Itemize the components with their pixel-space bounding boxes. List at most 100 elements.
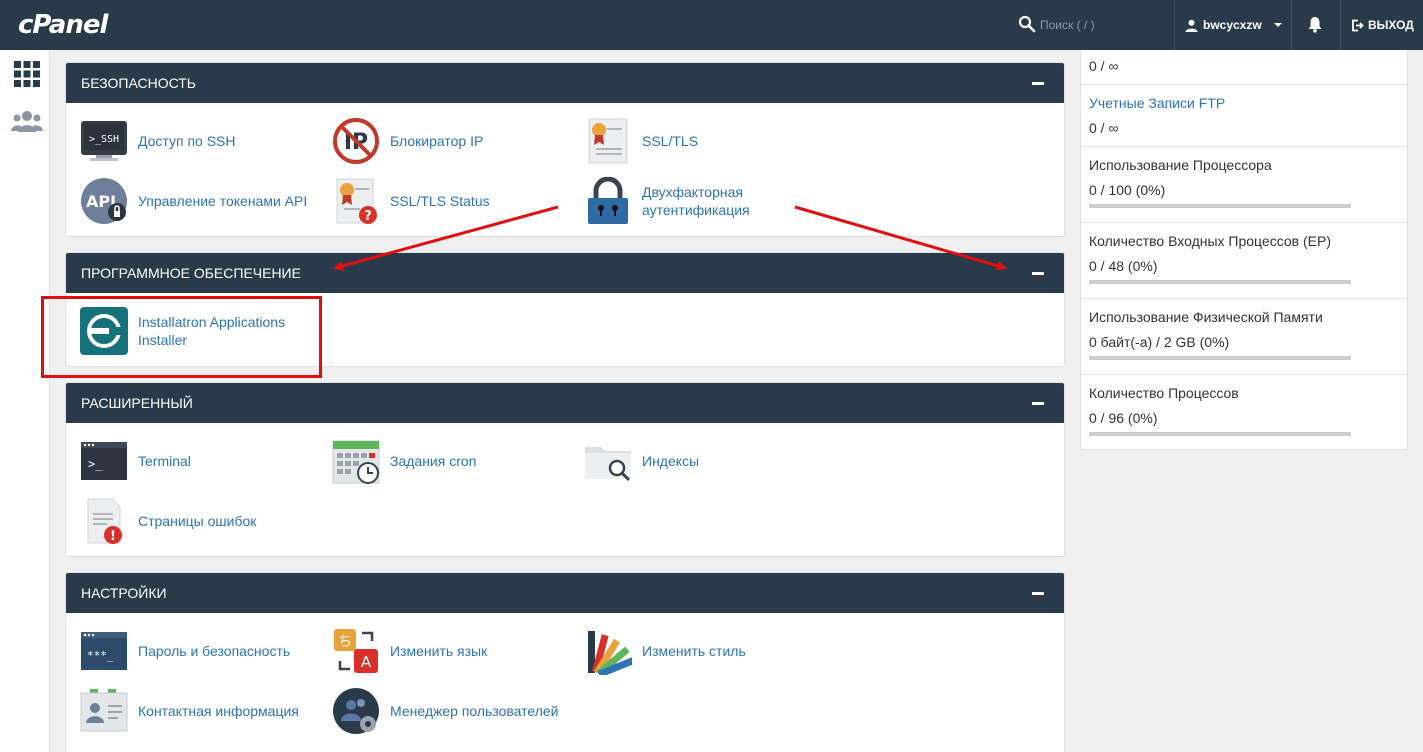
search-icon[interactable] [1018,15,1036,33]
left-rail [0,50,50,752]
security-panel: БЕЗОПАСНОСТЬ >_SSH Доступ по SSH IP Блок… [65,62,1065,237]
certificate-icon [588,118,628,164]
notifications-bell-icon[interactable] [1306,15,1324,33]
logout-button[interactable]: ВЫХОД [1351,0,1414,50]
item-label: Страницы ошибок [138,513,257,529]
change-language-link[interactable]: ち A Изменить язык [332,627,487,675]
ssl-status-link[interactable]: ? SSL/TLS Status [332,177,490,225]
terminal-icon: >_ [81,442,127,480]
certificate-status-icon: ? [336,178,377,224]
change-style-link[interactable]: Изменить стиль [584,627,746,675]
logout-label: ВЫХОД [1368,18,1414,32]
two-factor-auth-link[interactable]: Двухфакторная аутентификация [584,177,772,225]
divider [1291,0,1292,50]
ip-blocker-link[interactable]: IP Блокиратор IP [332,117,483,165]
stat-item: 0 / ∞ [1081,50,1407,85]
collapse-icon[interactable] [1032,592,1044,595]
user-menu[interactable]: bwcycxzw [1185,0,1283,50]
username: bwcycxzw [1203,18,1262,32]
color-palette-icon [588,631,632,675]
users-group-icon[interactable] [11,108,43,136]
panel-header[interactable]: НАСТРОЙКИ [66,573,1064,613]
usage-bar [1089,432,1351,436]
stat-value: 0 / 48 (0%) [1089,258,1158,274]
stat-title: Количество Процессов [1089,385,1239,401]
svg-text:?: ? [364,209,372,224]
panel-header[interactable]: РАСШИРЕННЫЙ [66,383,1064,423]
password-security-link[interactable]: ***_ Пароль и безопасность [80,627,290,675]
user-manager-icon [333,688,379,734]
contact-card-icon [80,689,128,732]
stat-item: Учетные Записи FTP 0 / ∞ [1081,85,1407,147]
terminal-link[interactable]: >_ Terminal [80,437,191,485]
stat-value: 0 / 100 (0%) [1089,182,1166,198]
stat-item: Использование Физической Памяти 0 байт(-… [1081,299,1407,375]
logout-icon [1352,19,1364,31]
item-label: Доступ по SSH [138,133,236,149]
stat-item: Использование Процессора 0 / 100 (0%) [1081,147,1407,223]
collapse-icon[interactable] [1032,402,1044,405]
user-manager-link[interactable]: Менеджер пользователей [332,687,559,735]
ssh-access-link[interactable]: >_SSH Доступ по SSH [80,117,236,165]
panel-header[interactable]: ПРОГРАММНОЕ ОБЕСПЕЧЕНИЕ [66,253,1064,293]
stat-title: Использование Физической Памяти [1089,309,1323,325]
item-label: Terminal [138,453,191,469]
usage-bar [1089,280,1351,284]
cron-jobs-link[interactable]: Задания cron [332,437,476,485]
collapse-icon[interactable] [1032,82,1044,85]
stat-value: 0 / 96 (0%) [1089,410,1158,426]
ssl-tls-link[interactable]: SSL/TLS [584,117,698,165]
stat-item: Количество Процессов 0 / 96 (0%) [1081,375,1407,450]
item-label: SSL/TLS Status [390,193,490,209]
ssh-terminal-icon: >_SSH [81,121,127,161]
stat-value: 0 / ∞ [1089,58,1119,74]
item-label: Изменить язык [390,643,488,659]
ip-blocker-icon: IP [333,118,379,164]
panel-title: РАСШИРЕННЫЙ [81,395,193,411]
panel-header[interactable]: БЕЗОПАСНОСТЬ [66,63,1064,103]
item-label: Задания cron [390,453,477,469]
item-label: Контактная информация [138,703,299,719]
stat-title: Использование Процессора [1089,157,1272,173]
panel-title: БЕЗОПАСНОСТЬ [81,75,196,91]
item-label: Управление токенами API [138,193,308,209]
usage-bar [1089,356,1351,360]
svg-text:>_: >_ [88,457,103,471]
stat-title: Количество Входных Процессов (EP) [1089,233,1331,249]
cron-calendar-icon [332,440,380,484]
api-tokens-link[interactable]: API Управление токенами API [80,177,307,225]
collapse-icon[interactable] [1032,272,1044,275]
caret-down-icon [1273,23,1282,27]
ftp-accounts-link[interactable]: Учетные Записи FTP [1089,95,1225,111]
search-input[interactable] [1040,12,1160,38]
error-page-icon: ! [87,498,122,544]
divider [1174,0,1175,50]
advanced-panel: РАСШИРЕННЫЙ >_ Terminal Задания cron Инд… [65,382,1065,557]
preferences-panel: НАСТРОЙКИ ***_ Пароль и безопасность ち A… [65,572,1065,752]
item-label: Индексы [642,453,700,469]
stat-value: 0 / ∞ [1089,120,1119,136]
indexes-link[interactable]: Индексы [584,437,699,485]
annotation-highlight-box [41,296,322,378]
contact-info-link[interactable]: Контактная информация [80,687,299,735]
item-label: Блокиратор IP [390,133,484,149]
grid-apps-icon[interactable] [11,60,43,88]
error-pages-link[interactable]: ! Страницы ошибок [80,497,256,545]
svg-text:ち: ち [338,634,352,650]
panel-title: НАСТРОЙКИ [81,585,167,601]
cpanel-logo[interactable]: cPanel [18,10,108,40]
stats-sidebar: 0 / ∞ Учетные Записи FTP 0 / ∞ Использов… [1080,50,1408,450]
item-label: Изменить стиль [642,643,746,659]
svg-text:>_SSH: >_SSH [89,134,119,145]
padlock-icon [588,177,628,224]
svg-text:***_: ***_ [87,649,114,662]
stat-value: 0 байт(-а) / 2 GB (0%) [1089,334,1230,350]
panel-title: ПРОГРАММНОЕ ОБЕСПЕЧЕНИЕ [81,265,301,281]
item-label: Менеджер пользователей [390,703,559,719]
item-label: Пароль и безопасность [138,643,291,659]
svg-text:A: A [361,653,372,671]
stat-item: Количество Входных Процессов (EP) 0 / 48… [1081,223,1407,299]
divider [1340,0,1341,50]
item-label: SSL/TLS [642,133,699,149]
user-icon [1185,19,1198,32]
